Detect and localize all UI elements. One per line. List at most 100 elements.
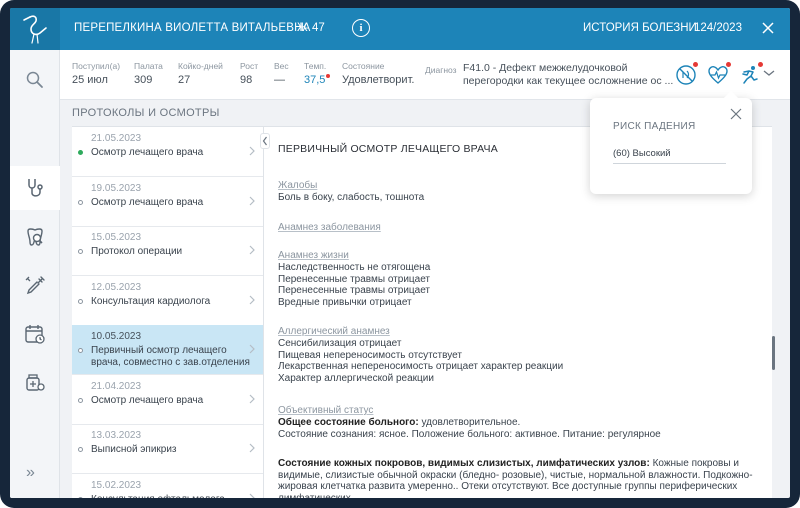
patient-age: 47 [312, 22, 325, 34]
history-number: 124/2023 [694, 22, 742, 34]
life-anamnesis-line: Наследственность не отягощена [278, 262, 431, 273]
ward-value: 309 [134, 74, 153, 86]
chevron-right-icon [249, 344, 255, 354]
no-food-alert-dot [693, 62, 698, 67]
height-label: Рост [240, 61, 259, 71]
weight-value: — [274, 74, 285, 86]
temperature-field: Темп. 37,5 [304, 61, 331, 86]
admitted-label: Поступил(а) [72, 61, 121, 71]
heart-rate-icon[interactable] [706, 62, 731, 87]
status-marker [78, 447, 83, 452]
general-state-line: Общее состояние больного: удовлетворител… [278, 417, 758, 429]
allergy-line: Пищевая непереносимость отсутствует [278, 349, 462, 361]
life-anamnesis-line: Перенесенные травмы отрицает [278, 285, 431, 296]
heron-logo-icon[interactable] [10, 8, 60, 50]
temperature-value: 37,5 [304, 74, 331, 86]
allergy-line: Лекарственная непереносимость отрицает х… [278, 361, 564, 372]
protocol-list-item[interactable]: 13.03.2023 Выписной эпикриз [72, 424, 263, 474]
protocol-date: 13.03.2023 [91, 430, 142, 441]
status-marker [78, 298, 83, 304]
fall-risk-alert-dot [758, 62, 763, 67]
skin-label: Состояние кожных покровов, видимых слизи… [278, 458, 650, 469]
weight-label: Вес [274, 61, 289, 71]
patient-sex: Ж [297, 22, 308, 34]
height-field: Рост 98 [240, 61, 258, 86]
protocol-title: Осмотр лечащего врача [91, 196, 204, 208]
popup-title: РИСК ПАДЕНИЯ [613, 121, 696, 132]
chevron-right-icon [249, 196, 255, 205]
fall-risk-popup: РИСК ПАДЕНИЯ (60) Высокий [590, 90, 752, 194]
stethoscope-icon[interactable] [10, 166, 60, 210]
protocol-date: 19.05.2023 [91, 182, 142, 194]
status-marker [78, 249, 83, 254]
top-bar: ПЕРЕПЕЛКИНА ВИОЛЕТТА ВИТАЛЬЕВНА Ж 47 i И… [10, 8, 790, 50]
protocol-list-item[interactable]: 15.02.2023 Консультация офтальмолога [72, 474, 263, 499]
status-marker [78, 199, 83, 205]
chevron-right-icon [249, 493, 255, 498]
close-icon[interactable] [760, 20, 776, 36]
protocol-title: Консультация офтальмолога [91, 494, 251, 499]
state-field: Состояние Удовлетворит. [342, 61, 414, 86]
protocol-title: Консультация кардиолога [91, 295, 211, 307]
document-title: ПЕРВИЧНЫЙ ОСМОТР ЛЕЧАЩЕГО ВРАЧА [278, 143, 498, 155]
chevron-right-icon [249, 394, 255, 403]
life-anamnesis-line: Перенесенные травмы отрицает [278, 273, 431, 285]
life-anamnesis-heading: Анамнез жизни [278, 250, 349, 261]
chevron-right-icon [249, 443, 255, 453]
search-icon[interactable] [10, 58, 60, 102]
allergy-heading: Аллергический анамнез [278, 326, 390, 337]
protocol-title: Первичный осмотр лечащего врача, совмест… [91, 345, 250, 368]
status-marker [78, 397, 83, 403]
general-state-label: Общее состояние больного: [278, 417, 419, 428]
diagnosis-value[interactable]: F41.0 - Дефект межжелудочковой перегород… [463, 62, 683, 88]
protocol-list-item[interactable]: 12.05.2023 Консультация кардиолога [72, 276, 263, 326]
heart-rate-alert-dot [726, 62, 731, 67]
status-marker [78, 496, 83, 498]
bed-days-value: 27 [178, 74, 191, 86]
consciousness-line: Состояние сознания: ясное. Положение бол… [278, 428, 661, 440]
medicine-icon[interactable] [10, 360, 60, 404]
protocol-list-item[interactable]: 21.05.2023 Осмотр лечащего врача [72, 127, 263, 177]
protocol-date: 21.04.2023 [91, 380, 142, 392]
fall-risk-value[interactable]: (60) Высокий [613, 148, 726, 164]
calendar-icon[interactable] [10, 312, 60, 356]
close-popup-icon[interactable] [730, 108, 742, 120]
state-value: Удовлетворит. [342, 74, 415, 86]
temperature-number: 37,5 [304, 74, 326, 86]
chevron-right-icon [249, 245, 255, 255]
protocol-list-item[interactable]: 19.05.2023 Осмотр лечащего врача [72, 177, 263, 227]
fall-risk-icon[interactable] [738, 62, 763, 87]
protocol-date: 15.05.2023 [91, 232, 142, 243]
skin-paragraph: Состояние кожных покровов, видимых слизи… [278, 458, 758, 498]
document-scrollbar[interactable] [772, 336, 775, 370]
bed-days-field: Койко-дней 27 [178, 61, 223, 86]
patient-name: ПЕРЕПЕЛКИНА ВИОЛЕТТА ВИТАЛЬЕВНА [74, 22, 311, 34]
temperature-alert-dot [326, 74, 331, 78]
info-icon[interactable]: i [352, 19, 370, 37]
history-label: ИСТОРИЯ БОЛЕЗНИ [583, 22, 697, 34]
chevron-right-icon [249, 146, 255, 156]
protocol-title: Выписной эпикриз [91, 444, 177, 455]
protocol-date: 21.05.2023 [91, 133, 142, 144]
disease-anamnesis-heading[interactable]: Анамнез заболевания [278, 221, 758, 234]
protocol-list-item[interactable]: 15.05.2023 Протокол операции [72, 226, 263, 276]
skin-section: Состояние кожных покровов, видимых слизи… [278, 458, 758, 498]
disease-anamnesis-section: Анамнез заболевания [278, 221, 758, 234]
life-anamnesis-line: Вредные привычки отрицает [278, 296, 412, 308]
chevron-down-icon[interactable] [762, 68, 776, 78]
protocol-list-item[interactable]: 10.05.2023 Первичный осмотр лечащего врач… [72, 325, 263, 375]
ward-field: Палата 309 [134, 61, 163, 86]
life-anamnesis-section: Анамнез жизни Наследственность не отягощ… [278, 249, 758, 308]
syringe-icon[interactable] [10, 264, 60, 308]
allergy-line: Сенсибилизация отрицает [278, 338, 402, 349]
protocol-list-item[interactable]: 21.04.2023 Осмотр лечащего врача [72, 375, 263, 425]
collapse-list-button[interactable] [260, 133, 270, 149]
protocol-title: Осмотр лечащего врача [91, 147, 204, 158]
no-food-icon[interactable] [674, 62, 698, 87]
bed-days-label: Койко-дней [178, 61, 223, 71]
expand-nav-icon[interactable]: » [26, 464, 35, 482]
tooth-scan-icon[interactable] [10, 216, 60, 260]
admitted-value: 25 июл [72, 74, 108, 86]
app-screen: ПЕРЕПЕЛКИНА ВИОЛЕТТА ВИТАЛЬЕВНА Ж 47 i И… [10, 8, 790, 498]
status-marker [78, 150, 83, 155]
